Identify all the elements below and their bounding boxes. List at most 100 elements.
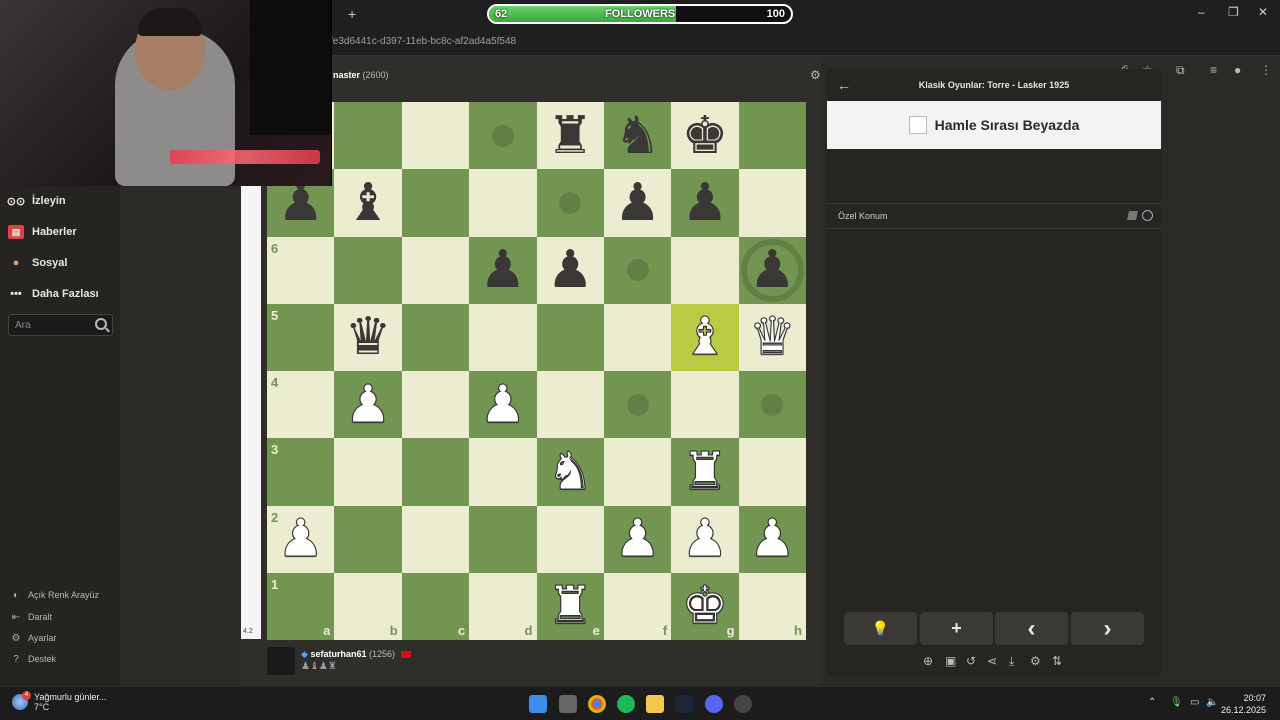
white-pawn-icon[interactable]: ♟ — [749, 513, 797, 566]
square-a3[interactable]: 3 — [267, 438, 335, 506]
black-rook-icon[interactable]: ♜ — [547, 110, 594, 162]
square-c5[interactable] — [401, 303, 470, 371]
sidebar-search-input[interactable]: Ara — [8, 314, 113, 336]
square-d4[interactable]: ♟ — [469, 371, 537, 439]
black-pawn-icon[interactable]: ♟ — [614, 177, 661, 229]
sidebar-footer-theme[interactable]: ◐ Açık Renk Arayüz — [10, 589, 99, 601]
browser-menu-icon[interactable]: ⋮ — [1260, 63, 1272, 77]
new-tab-button[interactable]: + — [348, 6, 356, 22]
square-g8[interactable]: ♚ — [671, 102, 739, 170]
square-d7[interactable] — [469, 169, 537, 237]
compass-icon[interactable] — [1142, 210, 1153, 221]
square-b3[interactable] — [334, 438, 402, 506]
square-d2[interactable] — [469, 505, 537, 573]
top-player-name[interactable]: naster — [333, 70, 360, 80]
legal-move-dot[interactable] — [761, 393, 784, 416]
square-e5[interactable] — [536, 303, 604, 371]
square-f2[interactable]: ♟ — [603, 505, 672, 573]
bottom-player-name[interactable]: sefaturhan61 — [310, 649, 366, 659]
top-player[interactable]: naster (2600) — [333, 70, 389, 80]
bottom-player[interactable]: ◆ sefaturhan61 (1256) ♟♝♟♜ — [267, 647, 411, 675]
black-queen-icon[interactable]: ♛ — [345, 311, 392, 363]
white-pawn-icon[interactable]: ♟ — [479, 378, 527, 431]
sidebar-item-social[interactable]: ● Sosyal — [8, 252, 68, 274]
square-g7[interactable]: ♟ — [671, 169, 739, 237]
sidebar-item-more[interactable]: ••• Daha Fazlası — [8, 283, 98, 305]
square-d1[interactable]: d — [469, 572, 537, 640]
legal-move-dot[interactable] — [626, 259, 649, 282]
square-h7[interactable] — [738, 169, 806, 237]
square-g1[interactable]: g ♚ — [671, 572, 739, 640]
square-e7[interactable] — [536, 169, 604, 237]
square-h6[interactable]: ♟ — [738, 236, 806, 304]
network-icon[interactable]: ▭ — [1190, 697, 1199, 708]
flip-board-icon[interactable]: ⇅ — [1052, 654, 1062, 668]
spotify-icon[interactable] — [617, 695, 635, 713]
square-b7[interactable]: ♝ — [334, 169, 402, 237]
black-knight-icon[interactable]: ♞ — [614, 110, 661, 162]
new-game-button[interactable]: + — [920, 612, 993, 645]
board-display-icon[interactable]: ▣ — [945, 654, 956, 668]
back-arrow-icon[interactable]: ← — [837, 77, 851, 93]
white-queen-icon[interactable]: ♛ — [749, 311, 797, 364]
white-bishop-icon[interactable]: ♝ — [681, 311, 729, 364]
chrome-icon[interactable] — [588, 695, 606, 713]
square-d5[interactable] — [469, 303, 537, 371]
tray-chevron-up-icon[interactable]: ⌃ — [1148, 697, 1156, 708]
square-f6[interactable] — [603, 236, 672, 304]
square-a6[interactable]: 6 — [267, 236, 335, 304]
hint-button[interactable]: 💡 — [844, 612, 917, 645]
square-f4[interactable] — [603, 371, 672, 439]
microphone-icon[interactable]: 🎙 — [1170, 697, 1183, 708]
white-pawn-icon[interactable]: ♟ — [681, 513, 729, 566]
sidebar-footer-help[interactable]: ? Destek — [10, 653, 56, 665]
board-settings-gear-icon[interactable]: ⚙ — [810, 68, 821, 82]
white-pawn-icon[interactable]: ♟ — [277, 513, 325, 566]
square-c8[interactable] — [401, 102, 470, 170]
discord-icon[interactable] — [705, 695, 723, 713]
square-e1[interactable]: e ♜ — [536, 572, 604, 640]
zoom-icon[interactable]: ⊕ — [923, 654, 933, 668]
square-g5[interactable]: ♝ — [671, 303, 739, 371]
square-h1[interactable]: h — [738, 572, 806, 640]
share-icon[interactable]: ⋖ — [987, 654, 997, 668]
profile-avatar-icon[interactable]: ● — [1234, 63, 1241, 77]
square-d8[interactable] — [469, 102, 537, 170]
square-g2[interactable]: ♟ — [671, 505, 739, 573]
obs-icon[interactable] — [734, 695, 752, 713]
square-c6[interactable] — [401, 236, 470, 304]
square-f1[interactable]: f — [603, 572, 672, 640]
white-pawn-icon[interactable]: ♟ — [344, 378, 392, 431]
chess-board[interactable]: ♜ ♞ ♚ ♟ ♝ ♟ ♟ 6 ♟ ♟ ♟ 5 ♛ ♝ ♛ 4 ♟ ♟ 3 ♞ ♜ 2 ♟ ♟ ♟ ♟ 1 a b c d e ♜ f g ♚ h — [267, 102, 806, 640]
square-b1[interactable]: b — [334, 572, 402, 640]
system-clock[interactable]: 20:07 26.12.2025 — [1221, 692, 1266, 716]
square-c3[interactable] — [401, 438, 470, 506]
sidebar-footer-collapse[interactable]: ⇤ Daralt — [10, 611, 52, 623]
white-pawn-icon[interactable]: ♟ — [614, 513, 662, 566]
search-icon[interactable] — [95, 318, 107, 330]
next-move-button[interactable]: › — [1071, 612, 1144, 645]
square-g6[interactable] — [671, 236, 739, 304]
square-d3[interactable] — [469, 438, 537, 506]
white-rook-icon[interactable]: ♜ — [546, 580, 594, 633]
square-b8[interactable] — [334, 102, 402, 170]
square-e2[interactable] — [536, 505, 604, 573]
black-king-icon[interactable]: ♚ — [682, 110, 729, 162]
square-c7[interactable] — [401, 169, 470, 237]
sidebar-footer-settings[interactable]: ⚙ Ayarlar — [10, 632, 57, 644]
steam-icon[interactable] — [675, 695, 693, 713]
legal-move-dot[interactable] — [491, 124, 514, 147]
square-f7[interactable]: ♟ — [603, 169, 672, 237]
capture-ring[interactable] — [740, 238, 804, 302]
square-e3[interactable]: ♞ — [536, 438, 604, 506]
white-rook-icon[interactable]: ♜ — [681, 445, 729, 498]
square-h4[interactable] — [738, 371, 806, 439]
square-h8[interactable] — [738, 102, 806, 170]
volume-icon[interactable]: 🔈 — [1206, 697, 1218, 708]
eraser-icon[interactable] — [1127, 211, 1138, 220]
square-g3[interactable]: ♜ — [671, 438, 739, 506]
black-pawn-icon[interactable]: ♟ — [547, 244, 594, 296]
square-c1[interactable]: c — [401, 572, 470, 640]
square-e6[interactable]: ♟ — [536, 236, 604, 304]
square-f3[interactable] — [603, 438, 672, 506]
